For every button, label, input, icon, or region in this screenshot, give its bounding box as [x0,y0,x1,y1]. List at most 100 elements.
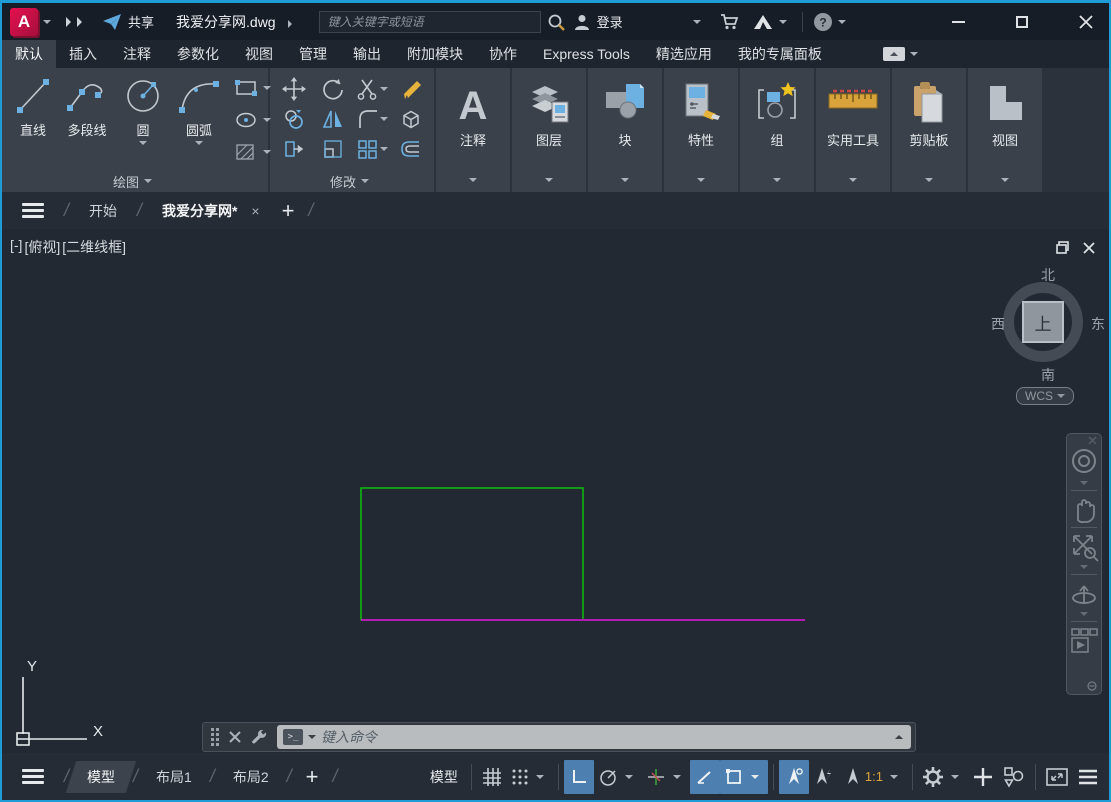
viewcube-south[interactable]: 南 [993,365,1103,385]
navigation-bar[interactable] [1066,433,1102,695]
customize-statusbar-button[interactable] [1073,760,1103,794]
search-icon[interactable] [547,13,565,31]
layout2-tab[interactable]: 布局2 [221,759,281,795]
ribbon-tab-insert[interactable]: 插入 [56,40,110,68]
ribbon-tab-custom-panel[interactable]: 我的专属面板 [725,40,835,68]
ribbon-tab-manage[interactable]: 管理 [286,40,340,68]
annotation-scale-button[interactable]: 1:1 [839,760,907,794]
grid-toggle[interactable] [477,760,507,794]
properties-panel[interactable]: 特性 [664,68,738,192]
start-tab[interactable]: 开始 [75,195,131,227]
array-flyout-caret-icon[interactable] [379,147,388,155]
command-line[interactable]: >_ [202,722,916,752]
recent-commands-caret-icon[interactable] [308,735,316,743]
clipboard-panel-caret-icon[interactable] [925,178,933,186]
wheel-flyout-caret-icon[interactable] [1080,481,1088,489]
polyline-tool-button[interactable]: 多段线 [58,72,116,170]
navbar-customize-icon[interactable] [1087,681,1097,691]
ribbon-tab-featured-apps[interactable]: 精选应用 [643,40,725,68]
navbar-close-icon[interactable] [1088,436,1097,445]
clean-screen-button[interactable] [1041,760,1073,794]
offset-button[interactable] [399,137,423,161]
share-button[interactable]: 共享 [102,12,154,31]
pan-hand-icon[interactable] [1070,494,1098,524]
model-tab[interactable]: 模型 [75,759,127,795]
steering-wheel-icon[interactable] [1069,445,1099,479]
snap-tracking-toggle[interactable] [642,760,690,794]
clipboard-panel[interactable]: 剪贴板 [892,68,966,192]
ribbon-tab-annotate[interactable]: 注释 [110,40,164,68]
scale-button[interactable] [321,137,345,161]
ellipse-flyout-caret-icon[interactable] [263,118,271,126]
showmotion-icon[interactable] [1070,625,1098,655]
erase-button[interactable] [399,77,423,101]
modify-panel-footer[interactable]: 修改 [270,170,434,192]
arc-flyout-caret-icon[interactable] [195,141,203,149]
login-caret-icon[interactable] [692,19,701,28]
isolate-objects-button[interactable] [998,760,1030,794]
command-input-bar[interactable]: >_ [277,725,911,749]
ribbon-collapse-caret-icon[interactable] [909,52,918,60]
layout-menu-icon[interactable] [22,766,44,787]
ortho-toggle[interactable] [563,759,594,794]
dynamic-input-toggle[interactable] [689,759,720,794]
draw-panel-footer[interactable]: 绘图 [2,170,268,192]
viewcube-top-face[interactable]: 上 [1022,301,1064,343]
circle-flyout-caret-icon[interactable] [139,141,147,149]
cart-icon[interactable] [720,13,740,31]
drawing-viewport[interactable]: [-] [俯视] [二维线框] Y X 北 西 上 东 南 WCS >_ 键入命… [2,229,1109,753]
filename-expand-icon[interactable] [287,19,296,28]
annotation-panel[interactable]: A 注释 [436,68,510,192]
ribbon-tab-output[interactable]: 输出 [340,40,394,68]
utilities-panel-caret-icon[interactable] [849,178,857,186]
fillet-button[interactable] [356,107,388,131]
polar-caret-icon[interactable] [624,774,633,783]
annotation-monitor-button[interactable] [968,760,998,794]
orbit-icon[interactable] [1069,578,1099,610]
block-panel-caret-icon[interactable] [621,178,629,186]
layers-panel[interactable]: 图层 [512,68,586,192]
utilities-panel[interactable]: 实用工具 [816,68,890,192]
ribbon-tab-express-tools[interactable]: Express Tools [530,40,643,68]
command-expand-caret-icon[interactable] [895,731,903,739]
command-tools-wrench-icon[interactable] [251,729,267,745]
ribbon-tab-addins[interactable]: 附加模块 [394,40,476,68]
close-button[interactable] [1073,9,1099,35]
array-button[interactable] [356,137,388,161]
rectangle-flyout-caret-icon[interactable] [263,86,271,94]
copy-button[interactable] [282,107,306,131]
new-drawing-button[interactable]: + [282,199,295,222]
viewcube[interactable]: 北 西 上 东 南 WCS [991,267,1105,414]
rotate-button[interactable] [321,77,345,101]
explode-button[interactable] [399,107,423,131]
autodesk-caret-icon[interactable] [778,19,787,28]
ribbon-tab-home[interactable]: 默认 [2,40,56,68]
workspace-switch-button[interactable] [918,760,968,794]
object-snap-toggle[interactable] [719,759,768,794]
trim-button[interactable] [356,77,388,101]
help-icon[interactable]: ? [813,12,833,32]
ribbon-collapse-button[interactable] [882,47,905,61]
new-layout-button[interactable]: + [306,765,319,788]
ribbon-tab-parametric[interactable]: 参数化 [164,40,232,68]
drawing-tab-close-icon[interactable]: × [251,203,259,219]
layout1-tab[interactable]: 布局1 [144,759,204,795]
arc-tool-button[interactable]: 圆弧 [170,72,228,170]
line-tool-button[interactable]: 直线 [8,72,58,170]
command-grip-handle[interactable] [211,728,219,746]
snap-toggle[interactable] [507,760,553,794]
zoom-extents-icon[interactable] [1069,531,1099,563]
quick-access-expand-icon[interactable] [66,16,88,27]
orbit-flyout-caret-icon[interactable] [1080,612,1088,620]
polar-tracking-toggle[interactable] [594,760,642,794]
command-input[interactable] [321,729,890,745]
ribbon-tab-view[interactable]: 视图 [232,40,286,68]
zoom-flyout-caret-icon[interactable] [1080,565,1088,573]
app-menu-caret-icon[interactable] [43,19,51,28]
workspace-caret-icon[interactable] [951,774,959,783]
command-close-icon[interactable] [229,731,241,743]
view-panel[interactable]: 视图 [968,68,1042,192]
app-logo-icon[interactable]: A [10,7,38,36]
wcs-dropdown[interactable]: WCS [1016,387,1074,405]
mirror-button[interactable] [321,107,345,131]
